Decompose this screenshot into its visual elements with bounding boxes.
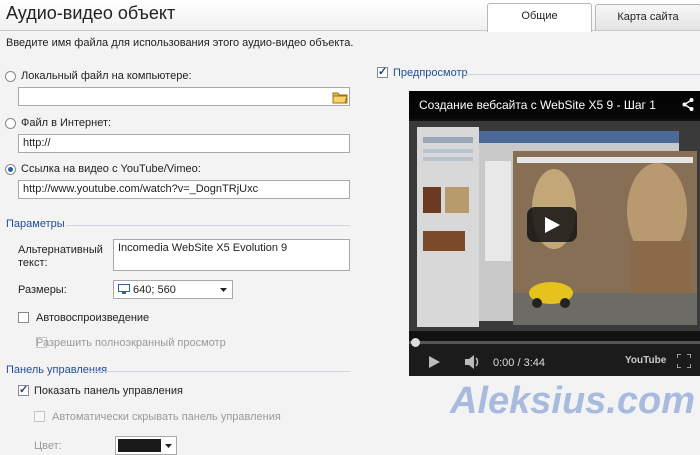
play-small-icon[interactable] [429, 356, 440, 368]
fullscreen-icon[interactable] [677, 354, 691, 368]
preview-checkbox[interactable] [377, 65, 388, 78]
alt-text-input[interactable]: Incomedia WebSite X5 Evolution 9 [113, 239, 350, 271]
folder-browse-icon[interactable] [330, 87, 350, 106]
description-text: Введите имя файла для использования этог… [6, 37, 354, 49]
youtube-label: Ссылка на видео с YouTube/Vimeo: [21, 163, 201, 175]
autohide-label: Автоматически скрывать панель управления [52, 411, 281, 423]
header-bar: Аудио-видео объект Общие Карта сайта [0, 0, 700, 32]
video-progress-handle[interactable] [411, 338, 420, 347]
chevron-down-icon [220, 288, 227, 292]
alt-text-label-line1: Альтернативный [18, 244, 103, 256]
size-label: Размеры: [18, 284, 67, 296]
internet-file-input[interactable]: http:// [18, 134, 350, 153]
local-file-label: Локальный файл на компьютере: [21, 70, 192, 82]
alt-text-label-line2: текст: [18, 257, 48, 269]
youtube-logo[interactable]: YouTube [625, 355, 666, 369]
play-button[interactable] [527, 207, 577, 242]
show-controls-label: Показать панель управления [34, 385, 183, 397]
monitor-icon [118, 284, 130, 294]
share-icon[interactable] [682, 98, 694, 111]
video-preview[interactable]: Создание вебсайта с WebSite X5 9 - Шаг 1… [409, 91, 700, 376]
video-controls: 0:00 / 3:44 YouTube [409, 338, 700, 376]
controls-divider [90, 371, 350, 372]
watermark: Aleksius.com [450, 380, 695, 422]
autoplay-label: Автовоспроизведение [36, 312, 150, 324]
autoplay-checkbox[interactable] [18, 312, 29, 323]
chevron-down-icon [165, 444, 172, 448]
page-title: Аудио-видео объект [6, 3, 176, 23]
radio-youtube[interactable] [5, 164, 16, 175]
tab-general[interactable]: Общие [487, 3, 592, 32]
video-time: 0:00 / 3:44 [493, 357, 545, 369]
volume-icon[interactable] [465, 355, 481, 369]
color-swatch [118, 439, 161, 452]
play-icon [545, 217, 560, 233]
params-heading: Параметры [6, 218, 65, 230]
local-file-input[interactable] [18, 87, 350, 106]
size-select[interactable]: 640; 560 [113, 280, 233, 299]
preview-divider [466, 74, 700, 75]
preview-heading: Предпросмотр [393, 67, 468, 79]
show-controls-checkbox[interactable] [18, 383, 29, 396]
fullscreen-label: Разрешить полноэкранный просмотр [36, 337, 226, 349]
video-progress-track[interactable] [409, 341, 700, 344]
color-label: Цвет: [34, 440, 62, 452]
color-select[interactable] [115, 436, 177, 455]
radio-local-file[interactable] [5, 71, 16, 82]
params-divider [66, 225, 350, 226]
autohide-checkbox[interactable] [34, 411, 45, 422]
youtube-url-input[interactable]: http://www.youtube.com/watch?v=_DognTRjU… [18, 180, 350, 199]
radio-internet-file[interactable] [5, 118, 16, 129]
video-title: Создание вебсайта с WebSite X5 9 - Шаг 1 [419, 98, 656, 112]
internet-file-label: Файл в Интернет: [21, 117, 112, 129]
size-value: 640; 560 [133, 284, 176, 296]
controls-heading: Панель управления [6, 364, 108, 376]
tab-sitemap[interactable]: Карта сайта [595, 4, 700, 30]
video-title-bar: Создание вебсайта с WebSite X5 9 - Шаг 1 [409, 91, 700, 119]
